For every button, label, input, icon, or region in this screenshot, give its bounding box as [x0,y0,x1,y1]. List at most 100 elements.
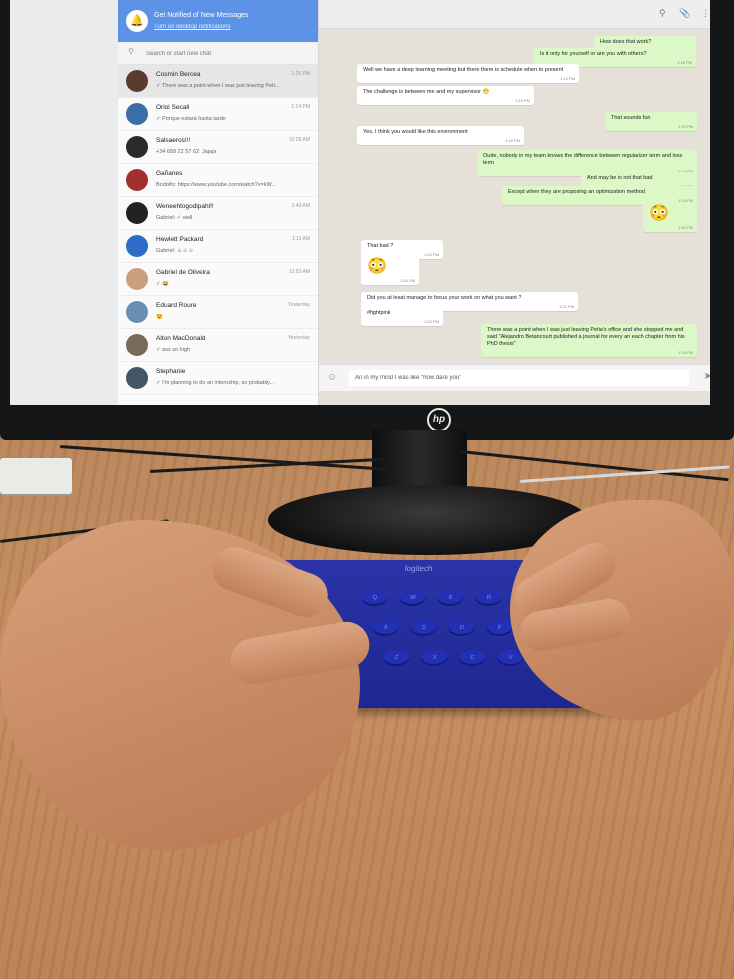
chat-list-item[interactable]: Gañanes Bodolfo: https://www.youtube.com/… [118,164,318,197]
incoming-message[interactable]: Well we have a deep learning meeting but… [357,64,579,83]
search-input[interactable] [144,46,313,62]
message-text: #fightpink [367,310,391,316]
notification-link[interactable]: Turn on desktop notifications [154,24,231,30]
avatar [126,103,148,125]
avatar [126,136,148,158]
keyboard-key[interactable]: Z [382,650,411,666]
message-text: Except when they are proposing an optimi… [508,189,645,195]
chat-list-item[interactable]: Oriol Secall ✓ Porque estará hasta tarde 1… [118,98,318,131]
notification-banner[interactable]: 🔔 Get Notified of New Messages Turn on d… [118,0,318,42]
keyboard-key[interactable]: D [447,620,476,636]
keyboard-key[interactable]: E [436,590,465,606]
keyboard-key[interactable]: F [485,620,514,636]
avatar [126,70,148,92]
message-text: Yes, I think you would like this environ… [363,129,468,135]
chat-preview: ✓ 😀 [156,281,169,287]
chat-list-item[interactable]: Cosmin Bercea ✓ There was a point when I … [118,65,318,98]
keyboard-key[interactable]: C [458,650,487,666]
monitor: 🔔 Get Notified of New Messages Turn on d… [0,0,734,440]
chat-list-item[interactable]: Eduard Roure 😉 Yesterday [118,296,318,329]
avatar [126,169,148,191]
chat-preview: ✓ I'm planning to do an internship, so p… [156,380,275,386]
message-text: The challenge is between me and my super… [363,89,490,95]
incoming-message[interactable]: #fightpink 1:22 PM [361,307,443,326]
message-time: 1:19 PM [678,124,693,129]
message-text: Oude, nobody in my team knows the differ… [483,153,683,166]
chat-time: 12:03 AM [288,269,310,275]
avatar [126,334,148,356]
outgoing-message[interactable]: 😳 1:20 PM [643,202,697,232]
outgoing-message[interactable]: That sounds fun 1:19 PM [605,112,697,131]
chat-list: Cosmin Bercea ✓ There was a point when I … [118,65,318,395]
keyboard-key[interactable]: X [420,650,449,666]
notification-title: Get Notified of New Messages [154,12,249,19]
message-time: 1:22 PM [424,319,439,324]
message-time: 1:19 PM [505,138,520,143]
chat-list-item[interactable]: Salsaeros!!! +34 658 22 57 62: Jajaja 10:2… [118,131,318,164]
incoming-message[interactable]: Yes, I think you would like this environ… [357,126,524,145]
message-text: That sounds fun [611,115,651,121]
conversation-header: ⚲ 📎 ⋮ [319,0,710,29]
chat-list-item[interactable]: Weneehtogodipahl!! Gabriel: ✓ well 1:40 AM [118,197,318,230]
message-input[interactable] [349,370,689,386]
keyboard-key[interactable]: W [398,590,427,606]
chat-sidebar: 🔔 Get Notified of New Messages Turn on d… [118,0,319,405]
chat-time: 1:40 AM [291,203,310,209]
attach-icon[interactable]: 📎 [679,8,690,19]
chat-name: Gabriel de Oliveira [156,269,210,276]
chat-name: Salsaeros!!! [156,137,191,144]
outgoing-message[interactable]: There was a point when I was just leavin… [481,324,697,357]
menu-icon[interactable]: ⋮ [701,8,710,19]
keyboard-key[interactable]: S [409,620,438,636]
incoming-message[interactable]: 😳 1:20 PM [361,255,419,285]
message-time: 1:20 PM [678,225,693,230]
chat-time: Yesterday [287,302,310,308]
message-time: 1:19 PM [560,76,575,81]
message-time: 1:25 PM [678,350,693,355]
chat-preview: Gabriel: ✓ well [156,215,193,221]
send-icon[interactable]: ➤ [704,371,710,382]
chat-time: 1:11 AM [292,236,310,242]
chat-name: Hewlett Packard [156,236,204,243]
monitor-screen: 🔔 Get Notified of New Messages Turn on d… [10,0,710,405]
chat-name: Alton MacDonald [156,335,206,342]
chat-preview: ✓ ass so high [156,347,190,353]
emoji: 😳 [649,205,669,222]
composer: ☺ ➤ [319,364,710,391]
message-text: Is it only for yourself or are you with … [540,51,647,57]
emoji-icon[interactable]: ☺ [327,372,337,383]
chat-name: Stephanie [156,368,186,375]
emoji: 😳 [367,258,387,275]
search-icon: ⚲ [128,47,134,56]
message-time: 1:19 PM [515,98,530,103]
chat-list-item[interactable]: Hewlett Packard Gabriel: ☺☺☺ 1:11 AM [118,230,318,263]
message-text: Well we have a deep learning meeting but… [363,67,564,73]
chat-time: 1:25 PM [291,71,310,77]
message-time: 1:20 PM [424,252,439,257]
hp-logo: hp [427,408,451,432]
search-bar: ⚲ [118,42,318,65]
incoming-message[interactable]: The challenge is between me and my super… [357,86,534,105]
keyboard-key[interactable]: A [371,620,400,636]
chat-name: Cosmin Bercea [156,71,201,78]
message-text: Did you at least manage to focus your wo… [367,295,522,301]
chat-preview: ✓ Porque estará hasta tarde [156,116,226,122]
chat-name: Eduard Roure [156,302,197,309]
message-text: There was a point when I was just leavin… [487,327,685,347]
chat-list-item[interactable]: Gabriel de Oliveira ✓ 😀 12:03 AM [118,263,318,296]
conversation-pane: ⚲ 📎 ⋮ How does that work? 1:18 PM Is it on… [319,0,710,405]
search-icon[interactable]: ⚲ [659,8,666,19]
chat-list-item[interactable]: Stephanie ✓ I'm planning to do an interns… [118,362,318,395]
chat-time: 10:28 AM [288,137,310,143]
chat-name: Weneehtogodipahl!! [156,203,214,210]
avatar [126,301,148,323]
avatar [126,235,148,257]
chat-name: Oriol Secall [156,104,190,111]
chat-list-item[interactable]: Alton MacDonald ✓ ass so high Yesterday [118,329,318,362]
message-time: 1:21 PM [559,304,574,309]
chat-time: Yesterday [287,335,310,341]
chat-preview: +34 658 22 57 62: Jajaja [156,149,217,155]
chat-time: 1:14 PM [291,104,310,110]
keyboard-key[interactable]: Q [360,590,389,606]
keyboard-key[interactable]: R [474,590,503,606]
